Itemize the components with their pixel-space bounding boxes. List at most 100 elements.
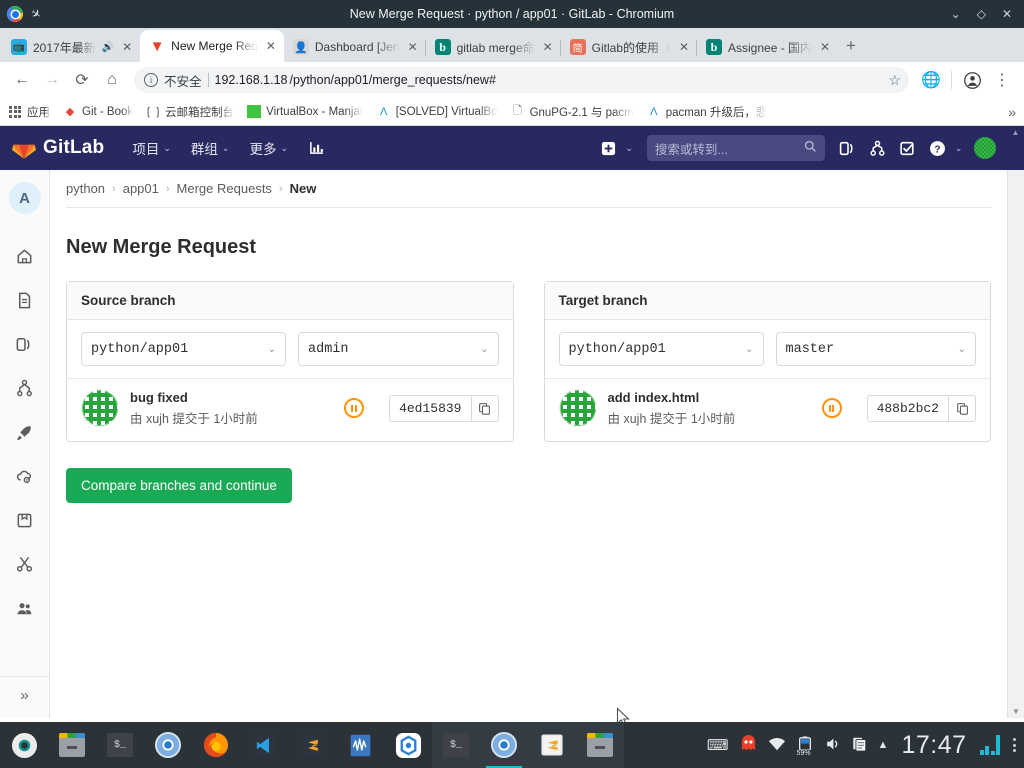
network-graph-icon[interactable] <box>979 735 1000 755</box>
taskbar-vscode[interactable] <box>240 722 288 768</box>
breadcrumb-item-merge-requests[interactable]: Merge Requests <box>177 181 272 196</box>
chevron-down-icon: ⌄ <box>280 142 289 153</box>
new-tab-button[interactable]: + <box>846 36 856 56</box>
tab-close-icon[interactable]: ✕ <box>264 39 278 53</box>
target-branch-select[interactable]: master ⌄ <box>775 332 976 366</box>
bookmarks-overflow-button[interactable]: » <box>1008 104 1016 120</box>
sidebar-item-issues[interactable] <box>3 322 47 366</box>
sidebar-item-merge-requests[interactable] <box>3 366 47 410</box>
terminal-icon: $_ <box>107 733 133 757</box>
volume-icon[interactable] <box>824 736 841 755</box>
new-dropdown-button[interactable]: ⌄ <box>601 126 639 170</box>
tab-dashboard-jenkins[interactable]: 👤 Dashboard [Jen ✕ <box>284 32 426 62</box>
reload-button[interactable]: ⟳ <box>68 66 96 94</box>
help-dropdown-button[interactable]: ? ⌄ <box>923 126 965 170</box>
tab-close-icon[interactable]: ✕ <box>818 40 832 54</box>
source-branch-select[interactable]: admin ⌄ <box>298 332 499 366</box>
tab-assignee[interactable]: b Assignee - 国内 ✕ <box>695 32 838 62</box>
navbar-item-more[interactable]: 更多 ⌄ <box>239 126 298 170</box>
search-input[interactable]: 搜索或转到... <box>646 135 825 161</box>
page-scrollbar[interactable]: ▼ <box>1007 170 1024 718</box>
clock[interactable]: 17:47 <box>901 731 966 760</box>
sidebar-item-project-overview[interactable] <box>3 234 47 278</box>
taskbar-firefox[interactable] <box>192 722 240 768</box>
tab-new-merge-request[interactable]: ▼ New Merge Req ✕ <box>140 30 284 62</box>
sidebar-item-members[interactable] <box>3 586 47 630</box>
scroll-up-arrow-icon[interactable]: ▲ <box>1012 128 1020 137</box>
bookmark-virtualbox[interactable]: VirtualBox - Manjar <box>247 105 364 118</box>
sublime-window-icon <box>541 734 563 756</box>
merge-requests-icon[interactable] <box>863 133 893 163</box>
bookmark-apps[interactable]: 应用 <box>8 104 50 120</box>
taskbar-window-terminal[interactable]: $_ <box>432 722 480 768</box>
taskbar-file-manager[interactable] <box>48 722 96 768</box>
tab-gitlab-merge[interactable]: b gitlab merge命 ✕ <box>424 32 561 62</box>
site-info-icon[interactable]: i <box>144 73 158 87</box>
bookmark-pacman[interactable]: Λ pacman 升级后，悲 <box>647 104 767 120</box>
project-avatar[interactable]: A <box>8 182 41 214</box>
breadcrumb-item-app01[interactable]: app01 <box>123 181 159 196</box>
tab-close-icon[interactable]: ✕ <box>541 40 555 54</box>
taskbar-terminal[interactable]: $_ <box>96 722 144 768</box>
navbar-activity-button[interactable] <box>298 126 335 170</box>
chrome-menu-button[interactable]: ⋮ <box>988 66 1016 94</box>
taskbar-window-chromium[interactable] <box>480 722 528 768</box>
tab-gitlab-usage[interactable]: 简 Gitlab的使用（ ✕ <box>559 32 697 62</box>
todos-icon[interactable] <box>893 133 923 163</box>
sidebar-item-snippets[interactable] <box>3 542 47 586</box>
tray-menu-button[interactable] <box>1011 738 1016 752</box>
taskbar-sublime[interactable] <box>288 722 336 768</box>
tab-close-icon[interactable]: ✕ <box>677 40 691 54</box>
keyboard-icon[interactable]: ⌨ <box>707 738 729 753</box>
taskbar-window-sublime[interactable] <box>528 722 576 768</box>
tab-close-icon[interactable]: ✕ <box>406 40 420 54</box>
pipeline-pending-icon[interactable] <box>344 398 365 418</box>
tab-audio-icon[interactable]: 🔊 <box>102 42 114 53</box>
minimize-button[interactable]: ⌄ <box>951 8 961 20</box>
taskbar-wireshark[interactable] <box>336 722 384 768</box>
compare-branches-button[interactable]: Compare branches and continue <box>66 468 292 503</box>
sidebar-item-packages[interactable] <box>3 498 47 542</box>
gitlab-logo[interactable]: GitLab <box>12 136 104 160</box>
taskbar-manjaro-menu[interactable] <box>0 722 48 768</box>
navbar-item-projects[interactable]: 项目 ⌄ <box>122 126 181 170</box>
sidebar-item-repository[interactable] <box>3 278 47 322</box>
forward-button[interactable]: → <box>38 66 66 94</box>
ghost-icon[interactable] <box>740 735 757 755</box>
taskbar-chromium[interactable] <box>144 722 192 768</box>
sidebar-collapse-button[interactable]: » <box>0 676 49 718</box>
bookmark-solved-virtualbox[interactable]: Λ [SOLVED] VirtualBo <box>377 105 498 119</box>
pin-icon[interactable]: ✈ <box>28 5 44 22</box>
bookmark-gnupg[interactable]: 🗋 GnuPG-2.1 与 pacm <box>511 104 634 120</box>
target-project-select[interactable]: python/app01 ⌄ <box>558 332 764 366</box>
close-button[interactable]: ✕ <box>1002 8 1012 20</box>
bookmark-mail-console[interactable]: ❲❳ 云邮箱控制台 <box>144 104 234 120</box>
maximize-button[interactable]: ◇ <box>977 8 986 20</box>
extension-globe-icon[interactable]: 🌐 <box>917 66 945 94</box>
copy-sha-button[interactable] <box>470 394 499 422</box>
clipboard-icon[interactable] <box>852 736 867 755</box>
taskbar-window-file-manager[interactable] <box>576 722 624 768</box>
expand-tray-icon[interactable]: ▲ <box>878 739 889 751</box>
profile-avatar-icon[interactable] <box>958 66 986 94</box>
sidebar-item-operations[interactable] <box>3 454 47 498</box>
bookmark-star-icon[interactable]: ☆ <box>888 72 901 89</box>
tab-bilibili[interactable]: 📺 2017年最新 🔊 ✕ <box>2 32 140 62</box>
address-bar[interactable]: i 不安全 192.168.1.18 /python/app01/merge_r… <box>134 67 909 93</box>
breadcrumb-item-python[interactable]: python <box>66 181 105 196</box>
taskbar-bluefish[interactable] <box>384 722 432 768</box>
scroll-down-arrow-icon[interactable]: ▼ <box>1012 707 1020 716</box>
issues-icon[interactable] <box>833 133 863 163</box>
pipeline-pending-icon[interactable] <box>821 398 842 418</box>
back-button[interactable]: ← <box>8 66 36 94</box>
navbar-item-groups[interactable]: 群组 ⌄ <box>181 126 240 170</box>
home-button[interactable]: ⌂ <box>98 66 126 94</box>
tab-close-icon[interactable]: ✕ <box>120 40 134 54</box>
copy-sha-button[interactable] <box>948 394 976 422</box>
source-project-select[interactable]: python/app01 ⌄ <box>81 332 286 366</box>
bookmark-git-book[interactable]: ◆ Git - Book <box>63 105 133 119</box>
sidebar-item-ci-cd[interactable] <box>3 410 47 454</box>
battery-icon[interactable]: 59% <box>795 735 813 757</box>
wifi-icon[interactable] <box>768 737 786 754</box>
chromium-icon <box>155 732 181 758</box>
